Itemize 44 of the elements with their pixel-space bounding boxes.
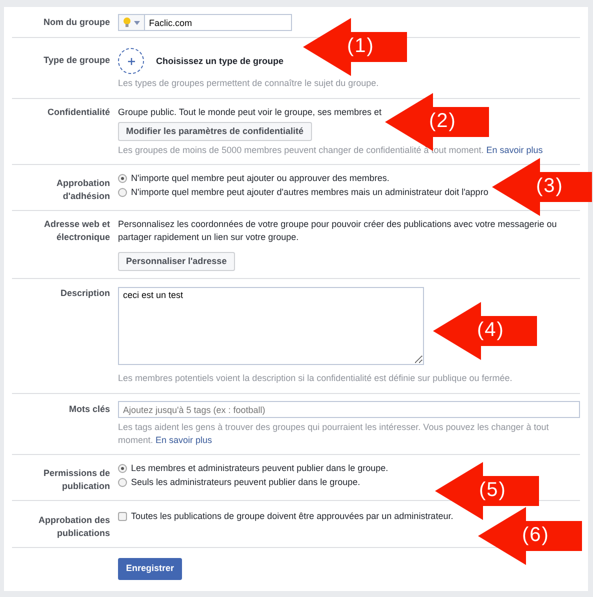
field-label: Description — [59, 287, 110, 300]
tags-field[interactable]: Ajoutez jusqu'à 5 tags (ex : football) — [118, 401, 580, 418]
field-label: Confidentialité — [46, 106, 110, 119]
field-label: Approbation d'adhésion — [56, 177, 110, 203]
annotation-label: (3) — [536, 175, 564, 197]
field-label: Permissions de publication — [42, 467, 110, 493]
learn-more-link[interactable]: En savoir plus — [486, 145, 543, 155]
field-label: Approbation des publications — [38, 514, 110, 540]
add-type-button[interactable] — [118, 48, 144, 74]
customize-address-button[interactable]: Personnaliser l'adresse — [118, 252, 235, 271]
plus-icon — [128, 58, 134, 64]
lightbulb-icon — [123, 17, 131, 28]
description-field[interactable]: ceci est un test — [118, 287, 424, 365]
annotation-label: (6) — [522, 524, 550, 546]
radio-button[interactable] — [118, 464, 127, 473]
address-description: Personnalisez les coordonnées de votre groupe pour pouvoir créer des publications avec votre messagerie ou partager rapidement un lien sur votre groupe. — [118, 218, 558, 244]
privacy-description: Groupe public. Tout le monde peut voir le groupe, ses membres et — [118, 106, 382, 119]
field-label: Nom du groupe — [42, 16, 110, 29]
group-name-field[interactable]: Faclic.com — [145, 14, 292, 31]
save-button[interactable]: Enregistrer — [118, 558, 182, 580]
option-label: N'importe quel membre peut ajouter ou approuver des membres. — [131, 172, 390, 185]
annotation-label: (5) — [479, 479, 506, 501]
annotation-label: (2) — [429, 110, 456, 132]
group-type-prompt[interactable]: Choisissez un type de groupe — [156, 54, 284, 68]
privacy-settings-button[interactable]: Modifier les paramètres de confidentialité — [118, 122, 312, 141]
help-text: Les types de groupes permettent de connaître le sujet du groupe. — [118, 77, 380, 90]
annotation-label: (1) — [347, 35, 374, 57]
option-label: Les membres et administrateurs peuvent publier dans le groupe. — [131, 462, 388, 475]
option-label: N'importe quel membre peut ajouter d'autres membres mais un administrateur doit l'appro — [131, 186, 488, 199]
icon-picker-button[interactable] — [118, 14, 145, 31]
caret-icon — [134, 20, 140, 24]
field-label: Mots clés — [68, 403, 110, 416]
checkbox[interactable] — [118, 512, 127, 521]
option-label: Seuls les administrateurs peuvent publier dans le groupe. — [131, 476, 360, 489]
field-label: Adresse web et électronique — [42, 218, 110, 244]
help-text: Les tags aident les gens à trouver des groupes qui pourraient les intéresser. Vous pouvez les changer à tout moment. En savoir plus — [118, 421, 550, 447]
learn-more-link[interactable]: En savoir plus — [156, 435, 212, 445]
checkbox-label: Toutes les publications de groupe doivent être approuvées par un administrateur. — [131, 510, 454, 523]
help-text: Les membres potentiels voient la description si la confidentialité est définie sur publique ou fermée. — [118, 372, 514, 385]
radio-button[interactable] — [118, 188, 127, 197]
radio-button[interactable] — [118, 174, 127, 183]
field-label: Type de groupe — [42, 54, 110, 67]
radio-button[interactable] — [118, 478, 127, 487]
annotation-label: (4) — [477, 319, 504, 341]
